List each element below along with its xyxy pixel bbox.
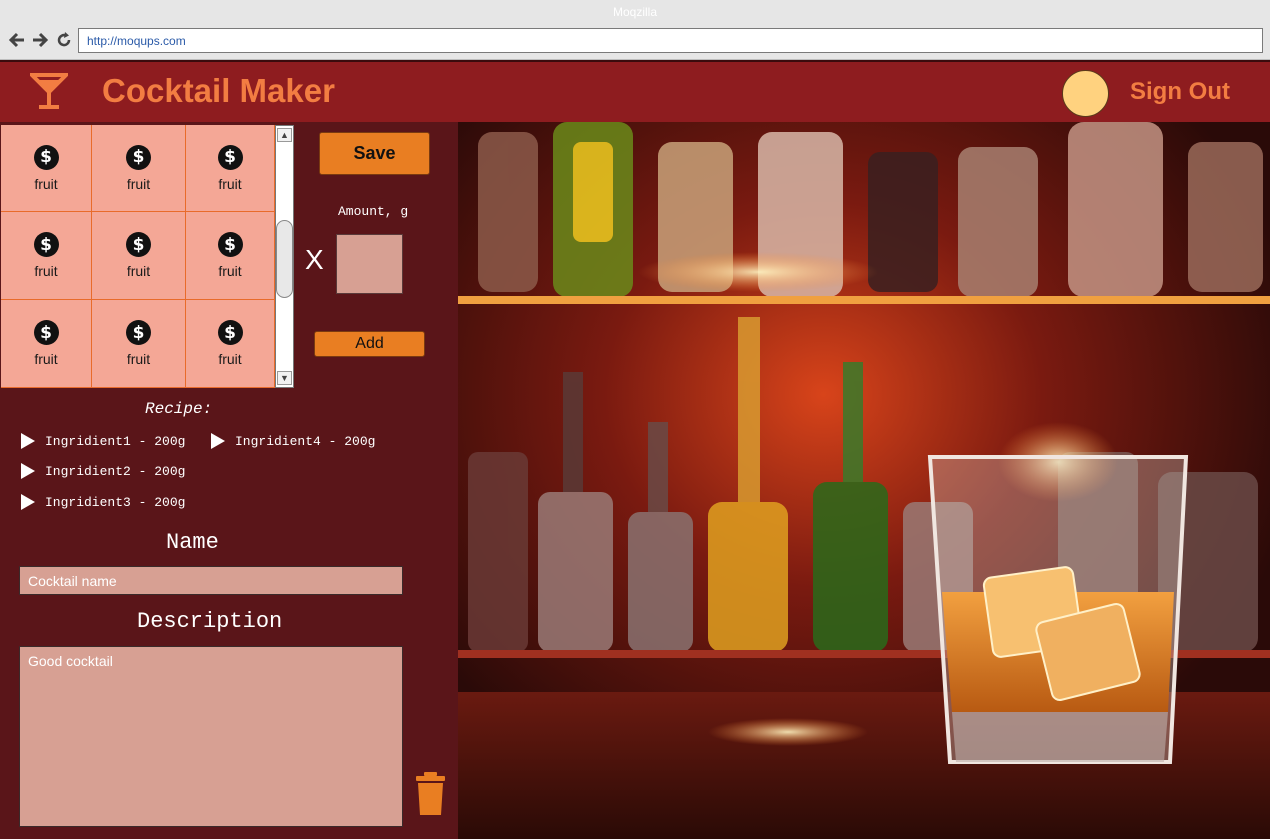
multiply-sign: X <box>305 244 324 275</box>
ingredient-label: fruit <box>126 175 151 192</box>
ingredient-label: fruit <box>34 351 58 367</box>
play-icon[interactable] <box>21 463 35 479</box>
ingredient-scrollbar[interactable]: ▲ ▼ <box>275 125 294 388</box>
bar-illustration <box>458 122 1270 839</box>
amount-label: Amount, g <box>338 204 409 219</box>
dollar-icon: $ <box>217 232 243 257</box>
cocktail-name-input[interactable] <box>19 566 403 595</box>
dollar-icon: $ <box>217 144 243 170</box>
ingredient-tile[interactable]: $ fruit <box>92 212 186 300</box>
back-arrow-icon[interactable] <box>7 30 27 50</box>
description-textarea[interactable] <box>19 646 403 827</box>
url-input[interactable] <box>78 28 1263 53</box>
ingredient-label: fruit <box>218 175 242 192</box>
ingredient-grid: $ fruit $ fruit $ fruit $ fruit $ fruit $ frui… <box>1 125 275 388</box>
ingredient-label: fruit <box>34 263 58 279</box>
ingredient-label: fruit <box>218 263 242 279</box>
dollar-icon: $ <box>217 320 243 345</box>
dollar-icon: $ <box>33 232 59 257</box>
dollar-icon: $ <box>126 144 151 170</box>
recipe-title: Recipe: <box>145 400 213 418</box>
ingredient-label: fruit <box>34 175 58 192</box>
browser-toolbar: Moqzilla <box>0 0 1270 60</box>
play-icon[interactable] <box>21 433 35 449</box>
cocktail-editor-panel: $ fruit $ fruit $ fruit $ fruit $ fruit $ frui… <box>0 122 458 839</box>
ingredient-label: fruit <box>126 263 151 279</box>
scroll-thumb[interactable] <box>276 220 293 298</box>
recipe-item: Ingridient1 - 200g <box>21 433 185 449</box>
name-heading: Name <box>166 530 219 555</box>
whiskey-glass <box>927 455 1189 764</box>
scroll-down-icon[interactable]: ▼ <box>277 371 292 385</box>
recipe-item-label: Ingridient3 - 200g <box>45 494 186 510</box>
ingredient-tile[interactable]: $ fruit <box>1 300 92 388</box>
dollar-icon: $ <box>33 320 59 345</box>
play-icon[interactable] <box>211 433 225 449</box>
dollar-icon: $ <box>33 144 59 170</box>
bar-scene <box>458 122 1270 839</box>
ingredient-tile[interactable]: $ fruit <box>1 125 92 212</box>
cocktail-glass-icon <box>30 73 68 109</box>
trash-icon[interactable] <box>416 772 445 816</box>
app-title: Cocktail Maker <box>102 72 335 109</box>
ingredient-tile[interactable]: $ fruit <box>1 212 92 300</box>
window-title: Moqzilla <box>612 5 657 19</box>
app-header: Cocktail Maker Sign Out <box>0 60 1270 122</box>
avatar[interactable] <box>1062 70 1109 117</box>
recipe-item-label: Ingridient1 - 200g <box>45 433 186 449</box>
dollar-icon: $ <box>126 232 151 257</box>
forward-arrow-icon[interactable] <box>30 30 50 50</box>
sign-out-link[interactable]: Sign Out <box>1130 78 1230 106</box>
ingredient-tile[interactable]: $ fruit <box>186 212 275 300</box>
ingredient-label: fruit <box>218 351 242 367</box>
recipe-item: Ingridient4 - 200g <box>211 433 375 449</box>
scroll-up-icon[interactable]: ▲ <box>277 128 292 142</box>
description-heading: Description <box>137 609 283 634</box>
recipe-item-label: Ingridient2 - 200g <box>45 463 186 479</box>
amount-input[interactable] <box>336 234 403 294</box>
ingredient-tile[interactable]: $ fruit <box>186 300 275 388</box>
ingredient-tile[interactable]: $ fruit <box>92 125 186 212</box>
recipe-item: Ingridient3 - 200g <box>21 494 185 510</box>
dollar-icon: $ <box>126 320 151 345</box>
ingredient-tile[interactable]: $ fruit <box>92 300 186 388</box>
recipe-item-label: Ingridient4 - 200g <box>235 433 376 449</box>
recipe-item: Ingridient2 - 200g <box>21 463 185 479</box>
ingredient-label: fruit <box>126 351 151 367</box>
ingredient-tile[interactable]: $ fruit <box>186 125 275 212</box>
play-icon[interactable] <box>21 494 35 510</box>
save-button[interactable]: Save <box>319 132 430 175</box>
add-button[interactable]: Add <box>314 331 425 357</box>
reload-icon[interactable] <box>54 30 74 50</box>
